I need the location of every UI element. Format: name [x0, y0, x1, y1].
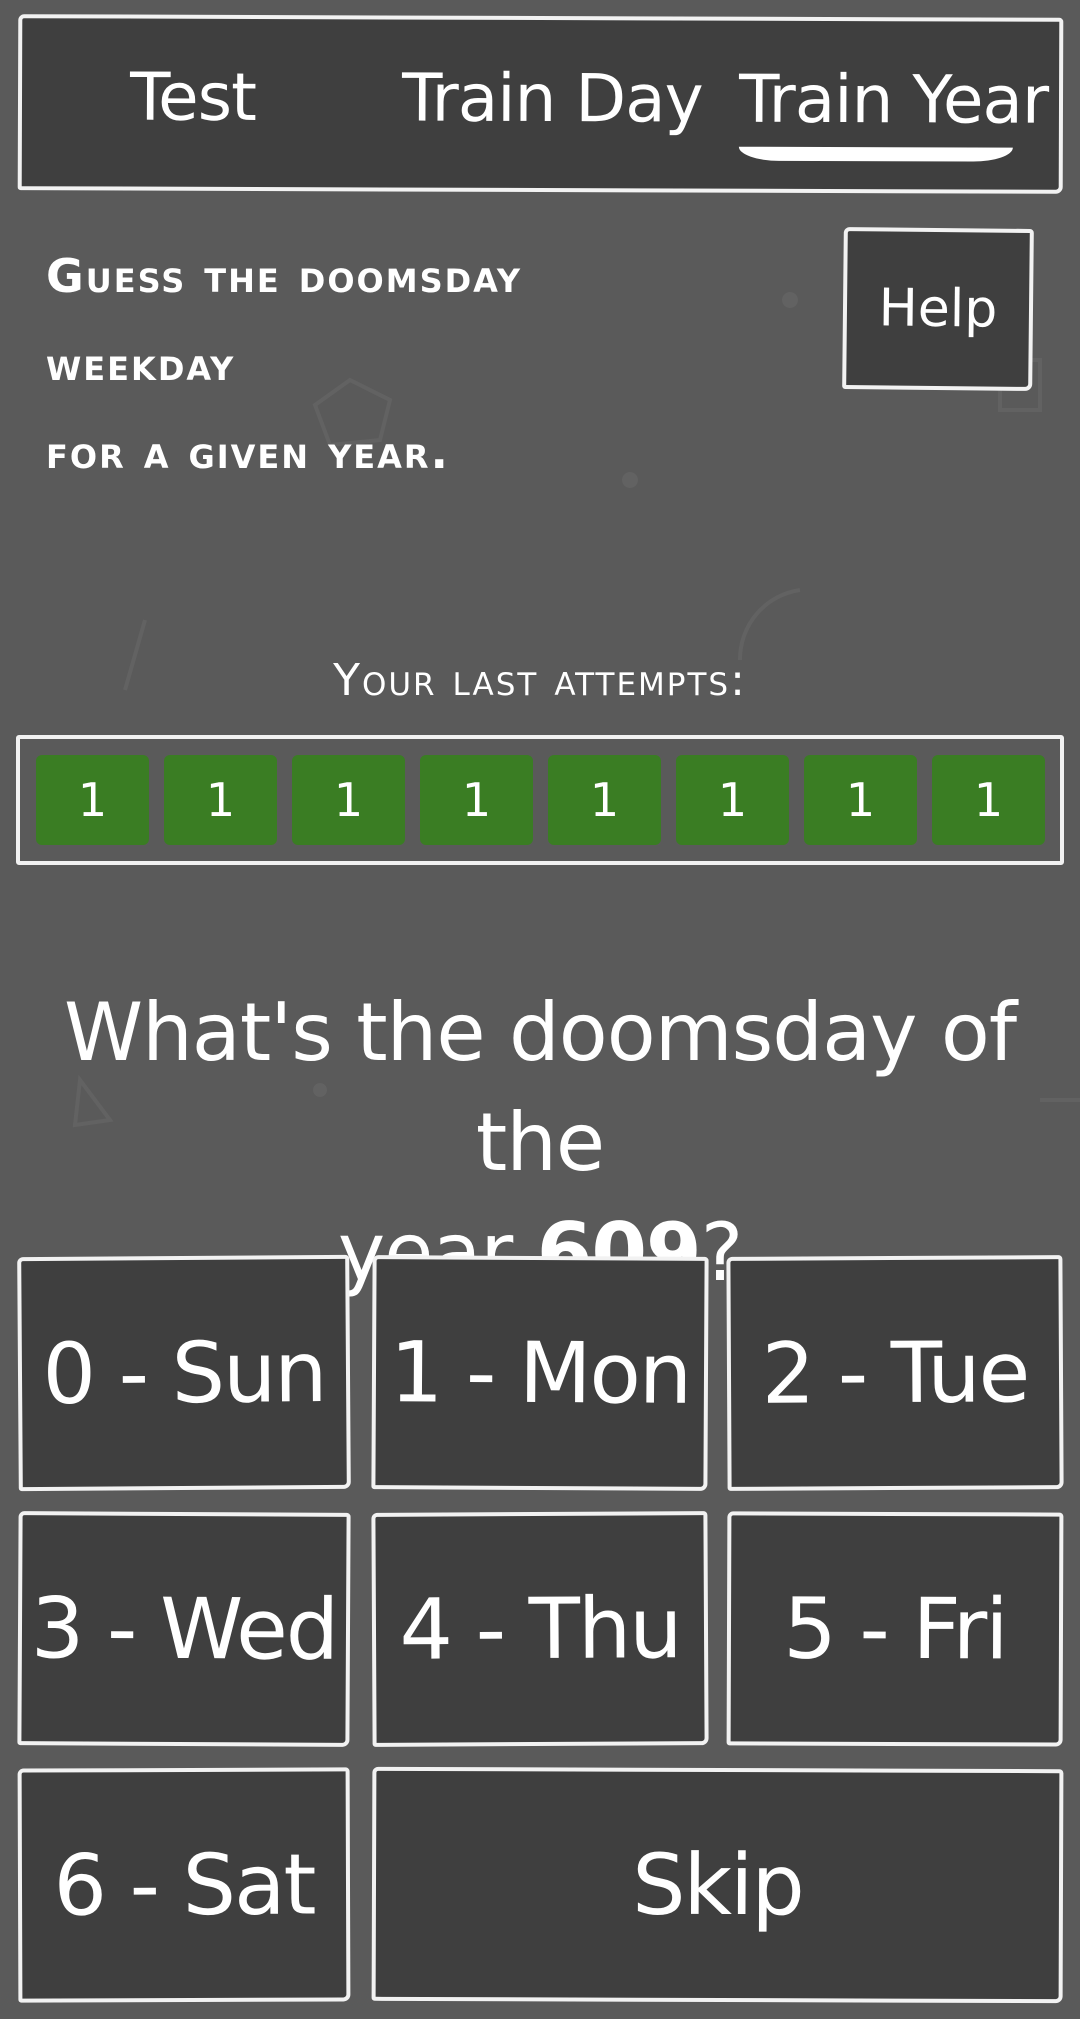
- answer-button-tue[interactable]: 2 - Tue: [726, 1255, 1064, 1491]
- attempt-badge: 1: [164, 755, 277, 845]
- attempt-badge: 1: [36, 755, 149, 845]
- answer-button-mon[interactable]: 1 - Mon: [371, 1255, 709, 1491]
- tab-train-day[interactable]: Train Day: [402, 60, 703, 138]
- instruction-line: for a given year.: [46, 425, 451, 479]
- tab-bar: Test Train Day Train Year: [17, 14, 1064, 194]
- attempt-badge: 1: [292, 755, 405, 845]
- attempt-badge: 1: [676, 755, 789, 845]
- attempt-badge: 1: [548, 755, 661, 845]
- question-line-1: What's the doomsday of the: [64, 986, 1017, 1189]
- attempt-badge: 1: [804, 755, 917, 845]
- tab-train-year[interactable]: Train Year: [739, 61, 1048, 139]
- attempt-badge: 1: [420, 755, 533, 845]
- answer-button-wed[interactable]: 3 - Wed: [17, 1511, 351, 1747]
- attempts-row: 1 1 1 1 1 1 1 1: [36, 755, 1045, 845]
- skip-button[interactable]: Skip: [371, 1766, 1064, 2004]
- help-button[interactable]: Help: [842, 227, 1034, 391]
- answer-button-sun[interactable]: 0 - Sun: [17, 1254, 351, 1492]
- answer-button-fri[interactable]: 5 - Fri: [726, 1511, 1064, 1747]
- instruction-line: Guess the doomsday: [46, 249, 523, 303]
- instruction-text: Guess the doomsday weekday for a given y…: [46, 232, 666, 496]
- active-tab-indicator: [738, 146, 1013, 162]
- attempts-label: Your last attempts:: [333, 655, 747, 706]
- attempt-badge: 1: [932, 755, 1045, 845]
- answer-button-sat[interactable]: 6 - Sat: [17, 1767, 351, 2003]
- instruction-line: weekday: [46, 337, 236, 391]
- tab-test[interactable]: Test: [130, 59, 256, 136]
- attempts-history: 1 1 1 1 1 1 1 1: [16, 735, 1064, 865]
- answer-button-thu[interactable]: 4 - Thu: [371, 1511, 709, 1747]
